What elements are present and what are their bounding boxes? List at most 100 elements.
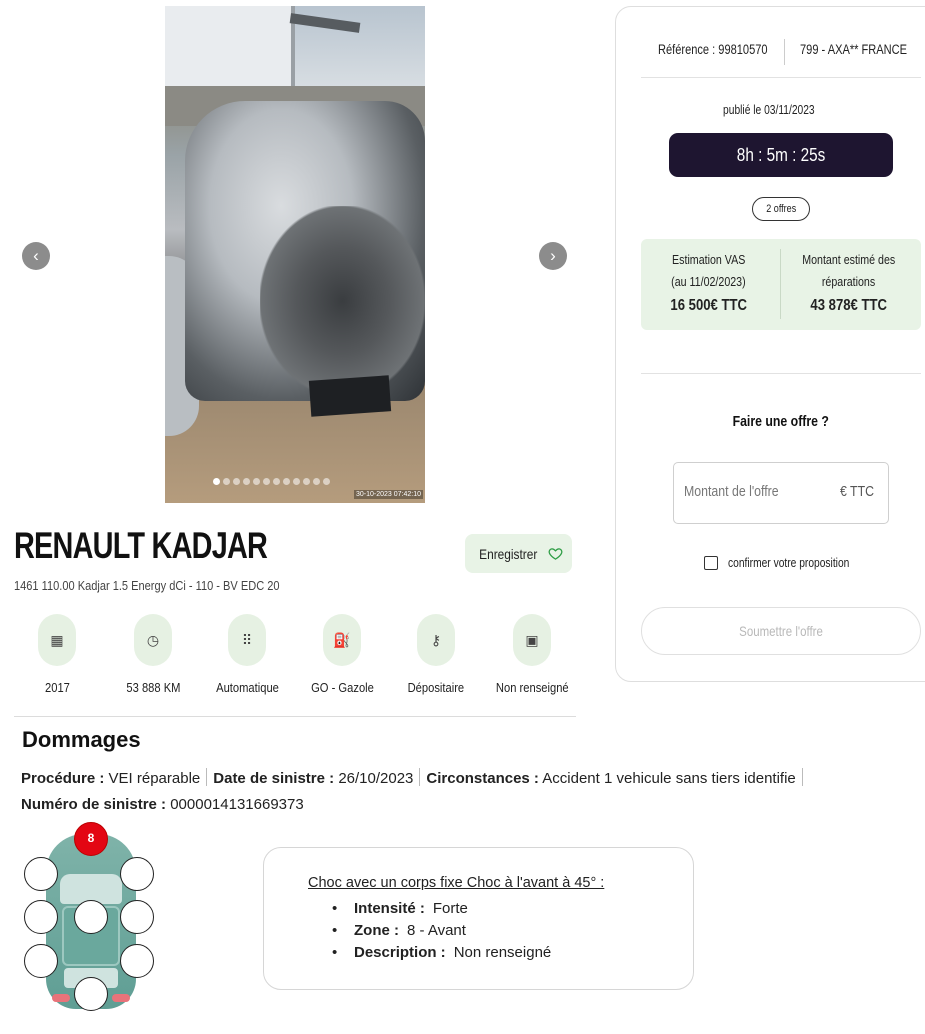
description-label: Description : <box>354 944 446 961</box>
circumstances-label: Circonstances : <box>426 770 539 787</box>
gallery-dot[interactable] <box>283 478 290 485</box>
spec-fuel: ⛽ GO - Gazole <box>292 614 392 697</box>
claim-number-line: Numéro de sinistre : 0000014131669373 <box>21 796 304 813</box>
published-date: publié le 03/11/2023 <box>616 103 921 117</box>
separator <box>419 768 421 786</box>
submit-offer-label: Soumettre l'offre <box>739 623 823 639</box>
gallery-dot[interactable] <box>313 478 320 485</box>
gallery-dot[interactable] <box>253 478 260 485</box>
insurer-name: 799 - AXA** FRANCE <box>800 42 908 57</box>
claim-value: 0000014131669373 <box>170 796 304 813</box>
list-item: Zone : 8 - Avant <box>332 920 551 942</box>
gallery-dots[interactable] <box>213 478 330 485</box>
offer-heading: Faire une offre ? <box>616 413 925 430</box>
zone-value: 8 - Avant <box>407 922 466 939</box>
damage-zone-front-right[interactable] <box>120 857 154 891</box>
spec-value: 2017 <box>44 680 70 695</box>
impact-details-card: Choc avec un corps fixe Choc à l'avant à… <box>263 847 694 990</box>
calendar-icon: ▦ <box>38 614 76 666</box>
separator <box>801 768 803 786</box>
photo-building <box>165 6 295 98</box>
published-date-text: publié le 03/11/2023 <box>722 103 815 117</box>
gallery-dot[interactable] <box>233 478 240 485</box>
damage-zone-roof[interactable] <box>74 900 108 934</box>
photo-damaged-front <box>260 206 425 396</box>
damages-info-line: Procédure : VEI réparable Date de sinistr… <box>21 768 809 787</box>
key-icon: ⚷ <box>417 614 455 666</box>
offer-amount-input[interactable]: Montant de l'offre € TTC <box>673 462 889 524</box>
description-value: Non renseigné <box>453 944 552 961</box>
procedure-label: Procédure : <box>21 770 105 787</box>
gallery-prev-button[interactable]: ‹ <box>22 242 50 270</box>
damage-zone-rear-left[interactable] <box>24 944 58 978</box>
circumstances-value: Accident 1 vehicule sans tiers identifie <box>542 770 796 787</box>
save-button[interactable]: Enregistrer <box>465 534 572 573</box>
gallery-dot[interactable] <box>213 478 220 485</box>
damage-zone-rear-right[interactable] <box>120 944 154 978</box>
submit-offer-button[interactable]: Soumettre l'offre <box>641 607 921 655</box>
gallery-dot[interactable] <box>263 478 270 485</box>
confirm-checkbox[interactable]: confirmer votre proposition <box>704 556 876 570</box>
gallery-dot[interactable] <box>273 478 280 485</box>
spec-mileage: ◷ 53 888 KM <box>103 614 203 697</box>
damage-zone-front-left[interactable] <box>24 857 58 891</box>
damage-zone-diagram: 8 <box>24 822 158 1027</box>
spec-value: Automatique <box>215 680 279 695</box>
gallery-dot[interactable] <box>243 478 250 485</box>
spec-value: GO - Gazole <box>310 680 374 695</box>
vehicle-photo[interactable]: 30-10-2023 07:42:10 <box>165 6 425 503</box>
spec-value: Dépositaire <box>407 680 465 695</box>
spec-gearbox: ⠿ Automatique <box>197 614 297 697</box>
car-taillight-right <box>112 994 130 1002</box>
offer-amount-unit: € TTC <box>839 484 874 500</box>
gallery-dot[interactable] <box>323 478 330 485</box>
vas-estimate-title: Estimation VAS <box>671 252 746 267</box>
offer-heading-text: Faire une offre ? <box>732 413 830 430</box>
intensity-value: Forte <box>432 900 468 917</box>
damage-zone-rear[interactable] <box>74 977 108 1011</box>
checkbox-icon[interactable] <box>704 556 718 570</box>
impact-details-list: Intensité : Forte Zone : 8 - Avant Descrip… <box>332 898 551 964</box>
photo-timestamp: 30-10-2023 07:42:10 <box>354 490 423 499</box>
gearbox-icon: ⠿ <box>228 614 266 666</box>
countdown-text: 8h : 5m : 25s <box>736 145 826 165</box>
countdown-timer: 8h : 5m : 25s <box>669 133 893 177</box>
vas-estimate-date: (au 11/02/2023) <box>671 274 746 289</box>
impact-title: Choc avec un corps fixe Choc à l'avant à… <box>308 875 605 891</box>
gallery-next-button[interactable]: › <box>539 242 567 270</box>
date-value: 26/10/2023 <box>338 770 414 787</box>
car-taillight-left <box>52 994 70 1002</box>
damage-zone-left[interactable] <box>24 900 58 934</box>
gallery-dot[interactable] <box>293 478 300 485</box>
panel-divider <box>641 373 921 374</box>
damage-zone-right[interactable] <box>120 900 154 934</box>
separator <box>206 768 208 786</box>
spec-document: ▣ Non renseigné <box>482 614 582 697</box>
reference-number: Référence : 99810570 <box>658 42 768 57</box>
repair-estimate-title-2: réparations <box>821 274 876 289</box>
damage-zone-front[interactable]: 8 <box>74 822 108 856</box>
vehicle-title: RENAULT KADJAR <box>14 525 268 566</box>
repair-estimate-title: Montant estimé des <box>801 252 896 267</box>
damages-title: Dommages <box>22 727 141 752</box>
document-icon: ▣ <box>513 614 551 666</box>
speedometer-icon: ◷ <box>134 614 172 666</box>
panel-divider <box>641 77 921 78</box>
date-label: Date de sinistre : <box>213 770 335 787</box>
confirm-label: confirmer votre proposition <box>728 556 850 570</box>
offers-count-text: 2 offres <box>766 203 796 215</box>
vas-estimate-value: 16 500€ TTC <box>670 297 747 314</box>
spec-value: Non renseigné <box>495 680 569 695</box>
offer-panel: Référence : 99810570 799 - AXA** FRANCE … <box>615 6 925 682</box>
list-item: Intensité : Forte <box>332 898 551 920</box>
gallery-dot[interactable] <box>223 478 230 485</box>
zone-label: Zone : <box>354 922 399 939</box>
offers-count-badge: 2 offres <box>752 197 810 221</box>
heart-icon <box>548 548 563 560</box>
gallery-dot[interactable] <box>303 478 310 485</box>
photo-grille <box>308 375 392 417</box>
save-button-label: Enregistrer <box>478 545 538 562</box>
intensity-label: Intensité : <box>354 900 425 917</box>
reference-row: Référence : 99810570 799 - AXA** FRANCE <box>616 39 925 65</box>
procedure-value: VEI réparable <box>108 770 201 787</box>
